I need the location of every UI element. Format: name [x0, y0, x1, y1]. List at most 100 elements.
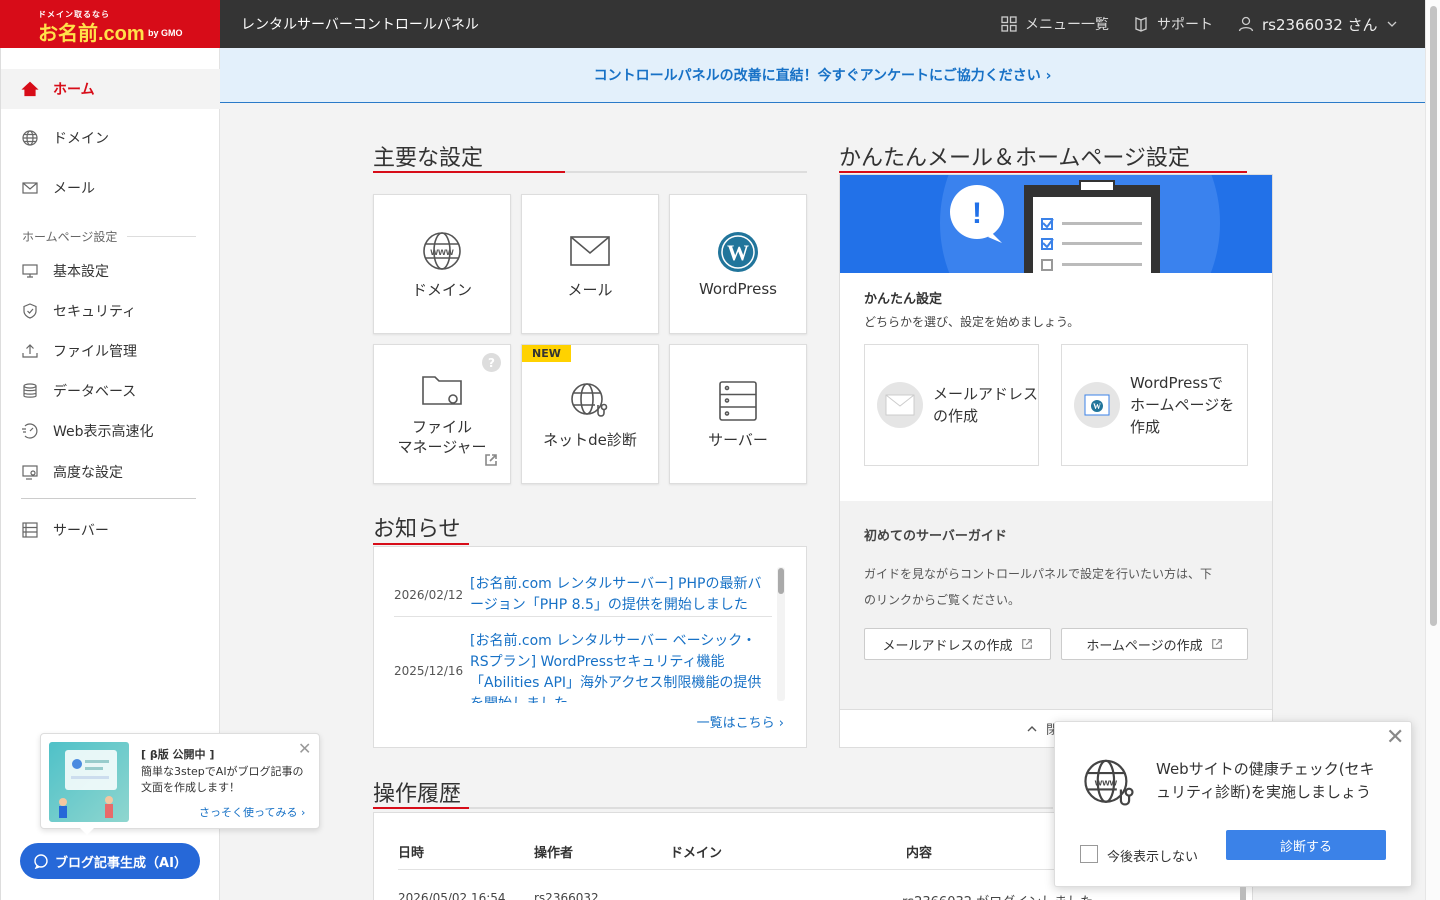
logo-brand: お名前.com	[38, 23, 145, 45]
history-cell-content: rs2366032 がログインしました	[902, 891, 1093, 900]
card-label-line2: の作成	[933, 407, 979, 425]
survey-banner-text[interactable]: コントロールパネルの改善に直結！今すぐアンケートにご協力ください ›	[594, 65, 1052, 85]
mail-circle-icon	[877, 382, 923, 428]
sidebar-item-file-management[interactable]: ファイル管理	[1, 331, 220, 371]
tile-server[interactable]: サーバー	[669, 344, 807, 484]
card-label: WordPressで ホームページを 作成	[1130, 372, 1234, 438]
diagnosis-message: Webサイトの健康チェック(セキ ュリティ診断)を実施しましょう	[1156, 758, 1375, 804]
promo-desc-line1: 簡単な3stepでAIがブログ記事の	[141, 765, 304, 778]
svg-text:!: !	[972, 197, 982, 230]
sidebar-section-label: ホームページ設定	[22, 230, 118, 244]
globe-icon	[22, 130, 38, 146]
sidebar-item-label: メール	[53, 181, 95, 197]
tile-label-line2: マネージャー	[397, 438, 487, 456]
tile-label: ファイル マネージャー	[398, 417, 487, 457]
sidebar-item-security[interactable]: セキュリティ	[1, 291, 220, 331]
dont-show-again-label[interactable]: 今後表示しない	[1107, 846, 1198, 865]
grid-icon	[1001, 16, 1017, 32]
close-icon[interactable]: ✕	[1386, 727, 1404, 749]
promo-pointer	[80, 828, 94, 835]
guide-homepage-label: ホームページの作成	[1086, 638, 1203, 654]
www-globe-icon: www	[423, 231, 461, 270]
envelope-icon	[570, 235, 610, 266]
upload-icon	[22, 344, 38, 358]
card-label-line2: ホームページを	[1130, 396, 1235, 414]
support-button[interactable]: サポート	[1133, 14, 1213, 34]
sidebar-item-mail[interactable]: メール	[1, 168, 220, 208]
sidebar-item-web-speedup[interactable]: Web表示高速化	[1, 411, 220, 451]
chat-icon	[34, 854, 48, 869]
col-header-operator: 操作者	[534, 846, 574, 861]
news-scrollbar-thumb[interactable]	[778, 568, 784, 594]
history-scrollbar[interactable]	[1240, 887, 1246, 900]
wordpress-icon: W	[1084, 394, 1110, 416]
news-item[interactable]: 2026/02/12 [お名前.com レンタルサーバー] PHPの最新バージョ…	[394, 573, 772, 617]
menu-list-button[interactable]: メニュー一覧	[1001, 14, 1109, 34]
page-scrollbar-thumb[interactable]	[1430, 6, 1437, 626]
checklist-illustration: !	[940, 175, 1220, 273]
book-icon	[1135, 17, 1147, 32]
easy-setup-title: かんたんメール＆ホームページ設定	[839, 146, 1190, 171]
svg-text:W: W	[1093, 402, 1101, 411]
sidebar-item-label: ドメイン	[53, 131, 109, 147]
external-link-icon	[485, 454, 497, 466]
external-link-icon	[1021, 639, 1032, 649]
close-icon[interactable]: ✕	[298, 739, 311, 758]
promo-try-link[interactable]: さっそく使ってみる ›	[199, 804, 305, 820]
news-item[interactable]: 2025/12/16 [お名前.com レンタルサーバー ベーシック・RSプラン…	[394, 631, 772, 703]
dont-show-again-checkbox[interactable]	[1080, 845, 1098, 863]
promo-description: 簡単な3stepでAIがブログ記事の 文面を作成します！	[141, 764, 304, 796]
wordpress-icon: W	[718, 232, 758, 272]
sidebar-item-database[interactable]: データベース	[1, 371, 220, 411]
card-create-wordpress[interactable]: W WordPressで ホームページを 作成	[1061, 344, 1248, 466]
sidebar-item-domain[interactable]: ドメイン	[1, 118, 220, 158]
tile-domain[interactable]: www ドメイン	[373, 194, 511, 334]
tile-net-diagnosis[interactable]: NEW ネットde診断	[521, 344, 659, 484]
guide-homepage-button[interactable]: ホームページの作成	[1061, 628, 1248, 660]
easy-setup-illustration: !	[840, 175, 1272, 273]
history-cell-operator: rs2366032	[534, 891, 599, 900]
heading-underline	[373, 171, 807, 173]
sidebar-item-home[interactable]: ホーム	[1, 69, 220, 109]
survey-banner[interactable]: コントロールパネルの改善に直結！今すぐアンケートにご協力ください ›	[220, 48, 1425, 103]
server-guide-section: 初めてのサーバーガイド ガイドを見ながらコントロールパネルで設定を行いたい方は、…	[840, 501, 1272, 709]
www-stethoscope-icon	[571, 382, 608, 417]
logo[interactable]: ドメイン取るなら お名前.com by GMO	[0, 0, 220, 48]
settings-monitor-icon	[22, 465, 38, 480]
tile-file-manager[interactable]: ? ファイル マネージャー	[373, 344, 511, 484]
tile-mail[interactable]: メール	[521, 194, 659, 334]
tile-label: メール	[567, 280, 613, 299]
ai-blog-generate-button[interactable]: ブログ記事生成（AI）	[20, 843, 200, 879]
tile-label: WordPress	[698, 280, 778, 298]
card-label-line3: 作成	[1130, 418, 1161, 436]
sidebar-divider	[21, 498, 196, 499]
sidebar-item-label: サーバー	[53, 523, 109, 539]
guide-mail-button[interactable]: メールアドレスの作成	[864, 628, 1051, 660]
database-icon	[23, 383, 37, 398]
tile-label: サーバー	[708, 430, 768, 449]
news-more-link[interactable]: 一覧はこちら ›	[697, 712, 784, 731]
chevron-up-icon	[1027, 725, 1037, 731]
run-diagnosis-label: 診断する	[1279, 839, 1332, 855]
guide-mail-label: メールアドレスの作成	[882, 638, 1013, 654]
chevron-down-icon	[1387, 21, 1397, 27]
sidebar-item-label: ホーム	[53, 82, 95, 98]
help-icon[interactable]: ?	[482, 353, 501, 372]
server-list-icon	[22, 522, 38, 538]
support-label: サポート	[1157, 17, 1213, 33]
sidebar-item-advanced-settings[interactable]: 高度な設定	[1, 452, 220, 492]
run-diagnosis-button[interactable]: 診断する	[1226, 830, 1386, 860]
folder-gear-icon	[422, 376, 462, 405]
news-link[interactable]: [お名前.com レンタルサーバー ベーシック・RSプラン] WordPress…	[470, 631, 772, 703]
menu-list-label: メニュー一覧	[1025, 17, 1109, 33]
sidebar-item-label: Web表示高速化	[53, 424, 154, 440]
card-create-mail[interactable]: メールアドレス の作成	[864, 344, 1039, 466]
promo-beta-label: [ β版 公開中 ]	[141, 748, 215, 761]
divider	[127, 236, 196, 237]
sidebar-item-basic-settings[interactable]: 基本設定	[1, 251, 220, 291]
tile-wordpress[interactable]: W WordPress	[669, 194, 807, 334]
col-header-datetime: 日時	[398, 846, 425, 861]
user-menu-button[interactable]: rs2366032 さん	[1238, 14, 1398, 34]
news-link[interactable]: [お名前.com レンタルサーバー] PHPの最新バージョン「PHP 8.5」の…	[470, 574, 772, 616]
sidebar-item-server[interactable]: サーバー	[1, 510, 220, 550]
